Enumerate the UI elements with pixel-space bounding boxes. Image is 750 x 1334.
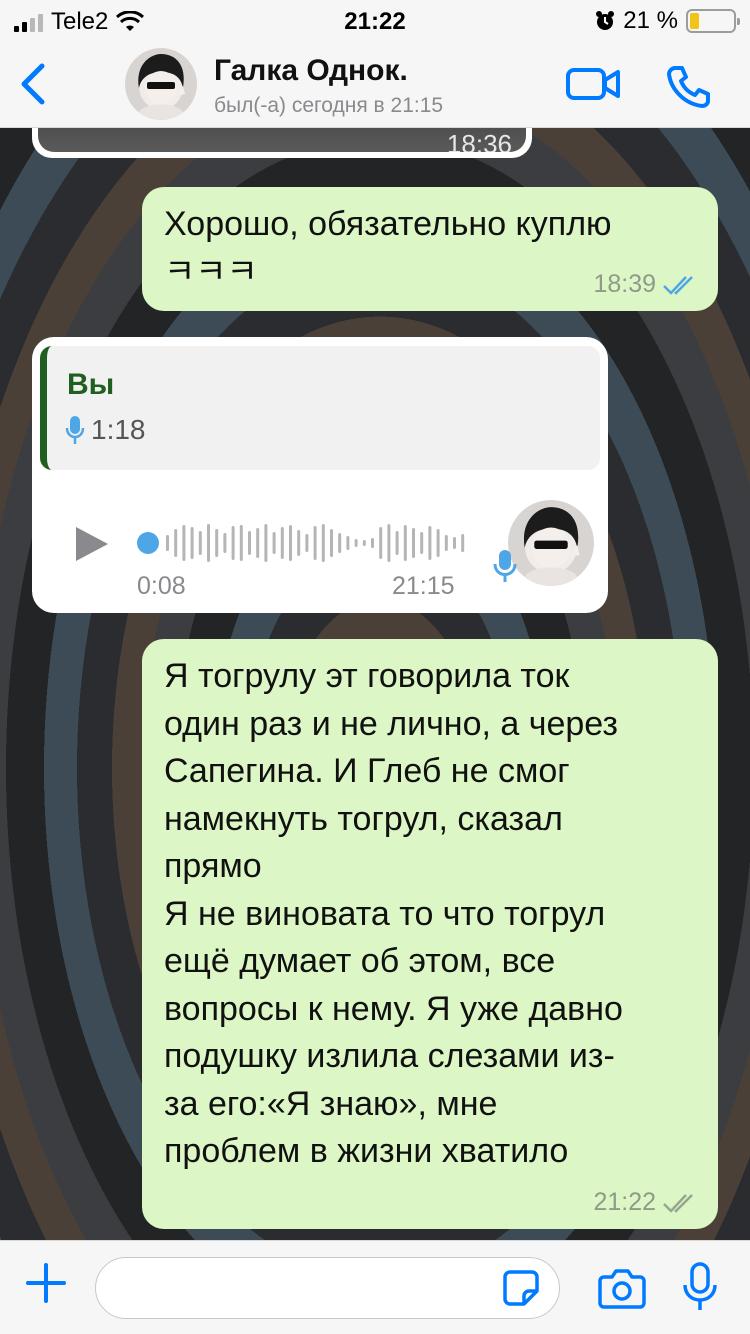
microphone-icon (493, 550, 517, 582)
battery-percent: 21 % (623, 7, 678, 34)
outgoing-message[interactable]: Хорошо, обязательно куплю ㅋㅋㅋ 18:39 (142, 187, 718, 311)
waveform-bar (330, 529, 333, 557)
battery-fill (690, 13, 699, 29)
contact-name[interactable]: Галка Однок. (214, 54, 408, 88)
waveform-bar (264, 524, 268, 562)
waveform-bar (198, 531, 202, 555)
waveform-bar (362, 540, 366, 546)
outgoing-message[interactable]: Я тогрулу эт говорила ток один раз и не … (142, 639, 718, 1229)
waveform-bar (248, 531, 251, 555)
message-input[interactable] (95, 1257, 560, 1319)
back-chevron-icon[interactable] (14, 60, 54, 108)
input-bar (0, 1240, 750, 1334)
contact-status: был(-а) сегодня в 21:15 (214, 94, 444, 117)
waveform-bar (272, 532, 276, 554)
waveform-bar (207, 524, 210, 562)
waveform-bar (182, 525, 186, 561)
waveform-bar (403, 525, 407, 561)
chat-area[interactable]: 18:36 Хорошо, обязательно куплю ㅋㅋㅋ 18:3… (0, 128, 750, 1240)
alarm-icon (596, 11, 615, 30)
quote-duration: 1:18 (91, 414, 146, 445)
avatar-image (523, 507, 580, 586)
waveform-bar (313, 526, 317, 560)
waveform-bar (231, 526, 235, 560)
waveform-bar (395, 531, 399, 555)
status-right: 21 % (595, 7, 740, 35)
waveform-bar (321, 524, 325, 562)
carrier-label: Tele2 (51, 8, 109, 35)
waveform-bar (338, 533, 342, 553)
waveform-bar (280, 527, 284, 559)
waveform-bar (166, 535, 169, 551)
waveform-bar (223, 533, 227, 553)
status-bar: Tele2 21:22 21 % (0, 0, 750, 42)
microphone-icon[interactable] (682, 1261, 718, 1313)
waveform-bar (420, 532, 424, 554)
quote-body: 1:18 (65, 414, 146, 446)
waveform-bar (289, 525, 292, 561)
voice-sender-avatar (508, 500, 594, 586)
waveform-bar (461, 534, 465, 552)
waveform-bar (305, 534, 309, 552)
message-time: 18:39 (593, 270, 656, 298)
quote-author: Вы (67, 368, 115, 401)
waveform-bar (436, 529, 440, 557)
battery-icon (686, 9, 740, 33)
waveform-bar (215, 529, 219, 557)
wifi-icon (116, 11, 145, 31)
waveform-bar (379, 527, 383, 559)
waveform-bar (412, 528, 415, 558)
camera-icon[interactable] (598, 1267, 646, 1309)
waveform-bar (428, 526, 432, 560)
play-icon[interactable] (74, 524, 110, 564)
signal-icon (14, 12, 43, 32)
waveform-bar (346, 536, 350, 550)
voice-waveform[interactable] (136, 520, 466, 566)
waveform-bar (354, 539, 358, 547)
waveform-bar (387, 524, 391, 562)
waveform-bar (190, 527, 194, 559)
message-time: 21:22 (593, 1188, 656, 1216)
chat-header: Галка Однок. был(-а) сегодня в 21:15 (0, 42, 750, 128)
reply-quote[interactable]: Вы 1:18 (40, 346, 600, 470)
microphone-icon (65, 416, 85, 444)
message-text: Я тогрулу эт говорила ток один раз и не … (164, 657, 623, 1170)
image-thumbnail[interactable]: 18:36 (38, 128, 526, 152)
waveform-bar (256, 528, 260, 558)
plus-icon[interactable] (24, 1261, 68, 1305)
delivered-ticks-icon (663, 1193, 693, 1213)
voice-duration: 0:08 (137, 572, 186, 600)
message-text: Хорошо, обязательно куплю ㅋㅋㅋ (164, 205, 612, 291)
message-time: 18:36 (446, 129, 512, 152)
avatar[interactable] (125, 48, 197, 120)
avatar-image (138, 54, 185, 120)
read-ticks-icon (663, 275, 693, 295)
waveform-bar (453, 537, 456, 549)
video-camera-icon[interactable] (565, 64, 621, 104)
waveform-bar (239, 525, 243, 561)
sticker-icon[interactable] (502, 1269, 540, 1307)
message-time: 21:15 (392, 572, 455, 600)
status-left: Tele2 (14, 8, 145, 36)
waveform-bar (371, 538, 374, 548)
playhead[interactable] (137, 532, 159, 554)
waveform-bar (444, 535, 448, 551)
waveform-bar (174, 529, 178, 557)
message-meta: 18:39 (593, 270, 698, 299)
image-message[interactable]: 18:36 (32, 128, 532, 158)
waveform-bar (297, 530, 301, 556)
phone-icon[interactable] (665, 62, 713, 110)
message-meta: 21:22 (593, 1188, 698, 1217)
